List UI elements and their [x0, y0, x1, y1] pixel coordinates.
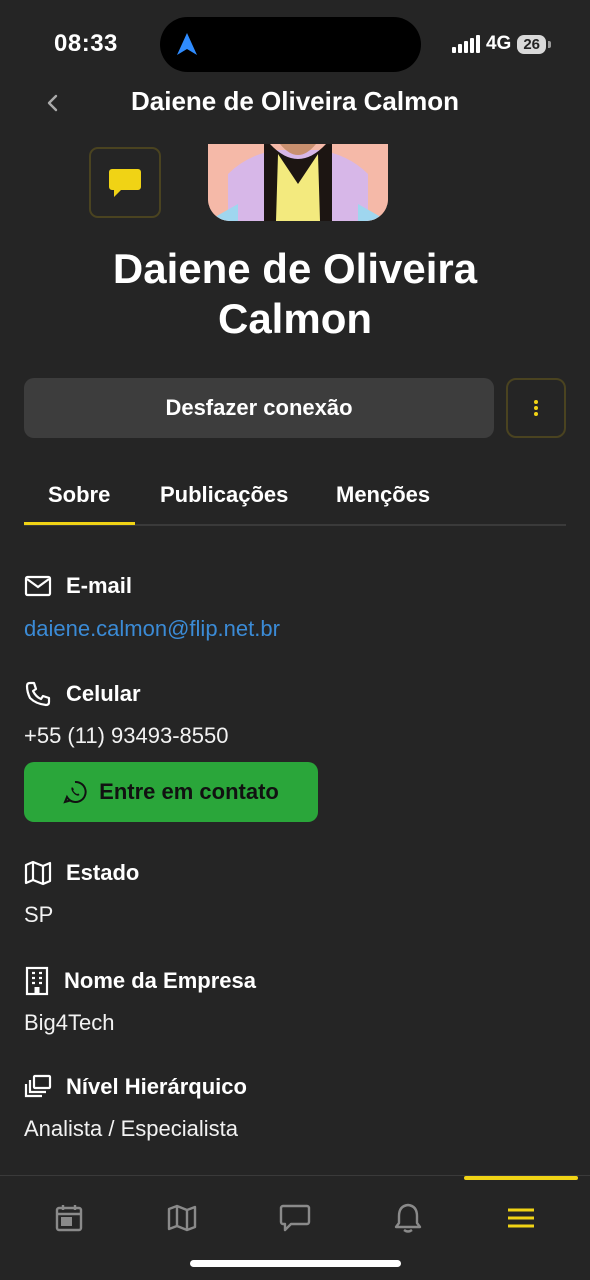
email-label: E-mail: [66, 573, 133, 598]
signal-icon: [451, 35, 480, 53]
network-label: 4G: [485, 33, 512, 54]
map-icon: [167, 1204, 197, 1232]
status-indicators: 4G 26: [451, 33, 551, 55]
status-bar: 08:33 4G 26: [0, 0, 590, 88]
map-icon: [24, 860, 52, 886]
level-label-row: Nível Hierárquico: [24, 1074, 247, 1100]
phone-value: +55 (11) 93493-8550: [24, 723, 229, 748]
menu-icon: [508, 1208, 534, 1228]
whatsapp-icon: [63, 780, 87, 804]
profile-name: Daiene de Oliveira Calmon: [112, 245, 478, 342]
disconnect-button[interactable]: Desfazer conexão: [24, 378, 494, 438]
home-indicator[interactable]: [190, 1260, 401, 1267]
company-value: Big4Tech: [24, 1010, 115, 1035]
message-button[interactable]: [89, 147, 161, 218]
page-title: Daiene de Oliveira Calmon: [130, 86, 459, 116]
phone-label-row: Celular: [24, 680, 141, 708]
dynamic-island: [160, 17, 421, 72]
level-label: Nível Hierárquico: [66, 1074, 247, 1099]
tab-sobre[interactable]: Sobre: [48, 482, 110, 508]
nav-notifications[interactable]: [388, 1198, 428, 1238]
email-label-row: E-mail: [24, 573, 132, 599]
tab-mencoes[interactable]: Menções: [336, 482, 430, 508]
chat-icon: [279, 1204, 311, 1232]
layers-icon: [24, 1074, 52, 1098]
nav-calendar[interactable]: [49, 1198, 89, 1238]
profile-tabs: Sobre Publicações Menções: [24, 466, 566, 526]
building-icon: [25, 966, 49, 996]
whatsapp-contact-button[interactable]: Entre em contato: [24, 762, 318, 822]
mail-icon: [24, 575, 52, 597]
nav-map[interactable]: [162, 1198, 202, 1238]
calendar-icon: [55, 1205, 83, 1232]
phone-icon: [25, 681, 51, 707]
active-tab-indicator: [24, 522, 135, 525]
chat-icon: [109, 168, 141, 197]
state-label-row: Estado: [24, 860, 139, 886]
phone-label: Celular: [66, 681, 141, 706]
state-value: SP: [24, 902, 54, 927]
whatsapp-button-label: Entre em contato: [99, 779, 279, 804]
nav-menu[interactable]: [501, 1198, 541, 1238]
company-label-row: Nome da Empresa: [24, 966, 256, 996]
level-value: Analista / Especialista: [24, 1116, 238, 1141]
battery-icon: 26: [517, 34, 551, 54]
state-label: Estado: [66, 860, 140, 885]
company-label: Nome da Empresa: [64, 968, 256, 993]
nav-chat[interactable]: [275, 1198, 315, 1238]
bell-icon: [394, 1203, 422, 1233]
nav-active-indicator: [464, 1176, 578, 1180]
more-options-button[interactable]: [506, 378, 566, 438]
status-time: 08:33: [54, 30, 118, 57]
avatar: [208, 144, 388, 221]
location-arrow-icon: [177, 33, 197, 55]
more-vertical-icon: [534, 400, 538, 416]
email-link[interactable]: daiene.calmon@flip.net.br: [24, 616, 280, 642]
tab-publicacoes[interactable]: Publicações: [160, 482, 288, 508]
